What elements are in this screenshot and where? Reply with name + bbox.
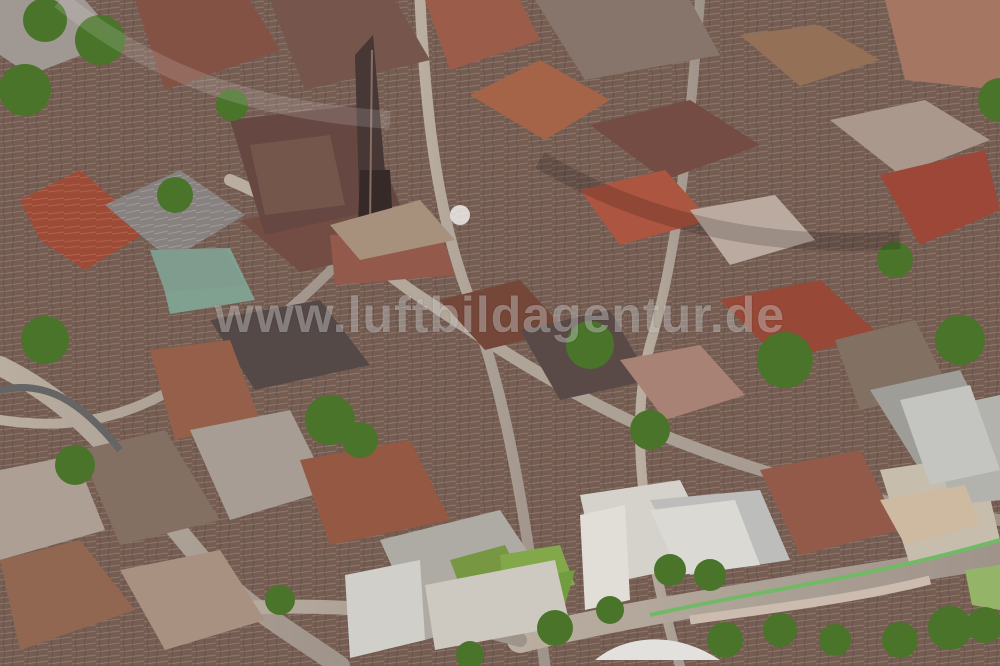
shadows-and-highlights: [0, 0, 1000, 666]
aerial-city-photo: www.luftbildagentur.de: [0, 0, 1000, 666]
city-aerial-scene: [0, 0, 1000, 666]
